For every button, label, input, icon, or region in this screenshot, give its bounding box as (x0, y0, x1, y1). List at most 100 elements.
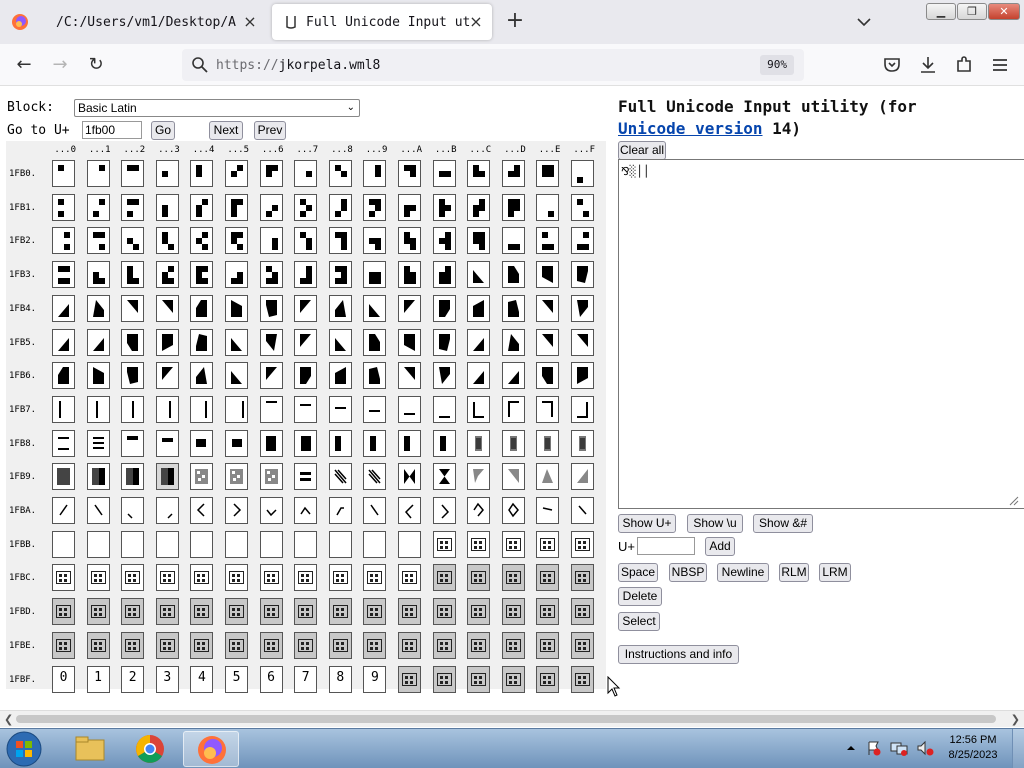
character-cell[interactable] (536, 328, 560, 356)
character-cell[interactable] (501, 328, 525, 356)
character-cell[interactable] (259, 227, 283, 255)
character-cell[interactable] (536, 665, 560, 693)
character-cell[interactable] (328, 564, 352, 592)
download-icon[interactable] (916, 53, 940, 77)
character-cell[interactable] (190, 261, 214, 289)
character-cell[interactable] (536, 193, 560, 221)
character-cell[interactable] (86, 463, 110, 491)
character-cell[interactable] (363, 227, 387, 255)
character-cell[interactable] (294, 261, 318, 289)
character-cell[interactable] (52, 160, 75, 187)
character-cell[interactable] (536, 631, 560, 659)
character-cell[interactable] (328, 261, 352, 289)
character-cell[interactable] (225, 328, 248, 356)
character-cell[interactable]: 0 (52, 665, 75, 693)
character-cell[interactable] (501, 261, 525, 289)
minimize-button[interactable]: ▁ (926, 3, 956, 20)
character-cell[interactable] (259, 193, 283, 221)
character-cell[interactable] (432, 227, 456, 255)
character-cell[interactable] (259, 362, 283, 390)
character-cell[interactable] (121, 160, 145, 187)
show-backslash-u-button[interactable]: Show \u (687, 514, 743, 533)
character-cell[interactable] (571, 328, 594, 356)
character-cell[interactable] (86, 193, 110, 221)
character-cell[interactable] (536, 395, 560, 423)
character-cell[interactable] (86, 227, 110, 255)
character-cell[interactable] (363, 530, 387, 558)
character-cell[interactable] (363, 598, 387, 626)
character-cell[interactable] (52, 530, 75, 558)
character-cell[interactable]: 8 (328, 665, 352, 693)
character-cell[interactable] (571, 362, 594, 390)
character-cell[interactable] (155, 429, 179, 457)
new-tab-button[interactable]: + (504, 10, 526, 32)
forward-arrow-icon[interactable]: → (48, 53, 72, 77)
character-cell[interactable] (294, 395, 318, 423)
character-cell[interactable] (294, 564, 318, 592)
character-cell[interactable] (225, 463, 248, 491)
character-cell[interactable] (571, 429, 594, 457)
character-cell[interactable] (432, 193, 456, 221)
chevron-down-icon[interactable] (854, 12, 874, 32)
character-cell[interactable] (190, 631, 214, 659)
character-cell[interactable] (190, 328, 214, 356)
character-cell[interactable] (225, 227, 248, 255)
character-cell[interactable] (363, 328, 387, 356)
character-cell[interactable] (467, 193, 491, 221)
character-cell[interactable] (571, 160, 594, 187)
character-cell[interactable] (294, 631, 318, 659)
character-cell[interactable] (536, 227, 560, 255)
character-cell[interactable] (52, 497, 75, 524)
character-cell[interactable] (501, 665, 525, 693)
character-cell[interactable] (155, 564, 179, 592)
character-cell[interactable] (432, 463, 456, 491)
delete-button[interactable]: Delete (618, 587, 662, 606)
character-cell[interactable] (190, 362, 214, 390)
character-cell[interactable] (398, 261, 421, 289)
character-cell[interactable] (432, 530, 456, 558)
character-cell[interactable] (121, 227, 145, 255)
character-cell[interactable] (501, 463, 525, 491)
character-cell[interactable] (467, 564, 491, 592)
character-cell[interactable] (432, 328, 456, 356)
clear-all-button[interactable]: Clear all (618, 141, 666, 160)
character-cell[interactable] (86, 530, 110, 558)
character-cell[interactable] (328, 328, 352, 356)
character-cell[interactable] (571, 193, 594, 221)
character-cell[interactable] (328, 294, 352, 322)
character-cell[interactable] (294, 160, 318, 187)
unicode-version-link[interactable]: Unicode version (618, 119, 763, 138)
reload-icon[interactable]: ↻ (84, 53, 108, 77)
character-cell[interactable] (501, 395, 525, 423)
character-cell[interactable] (398, 160, 421, 187)
firefox-taskbar-button[interactable] (183, 731, 239, 767)
character-cell[interactable] (259, 294, 283, 322)
address-bar[interactable]: https://jkorpela.wml8 90% (182, 49, 804, 81)
action-center-flag-icon[interactable] (866, 740, 882, 756)
character-cell[interactable] (225, 294, 248, 322)
character-cell[interactable] (536, 362, 560, 390)
character-cell[interactable] (155, 160, 179, 187)
character-cell[interactable] (363, 463, 387, 491)
volume-muted-icon[interactable] (916, 740, 934, 756)
character-cell[interactable] (259, 631, 283, 659)
character-cell[interactable] (398, 463, 421, 491)
character-cell[interactable] (432, 362, 456, 390)
character-cell[interactable]: 5 (225, 665, 248, 693)
character-cell[interactable] (467, 429, 491, 457)
character-cell[interactable] (225, 362, 248, 390)
character-cell[interactable] (225, 429, 248, 457)
close-tab-icon[interactable]: × (468, 14, 484, 30)
character-cell[interactable] (467, 665, 491, 693)
character-cell[interactable] (363, 362, 387, 390)
character-cell[interactable] (536, 429, 560, 457)
character-cell[interactable] (259, 328, 283, 356)
character-cell[interactable] (155, 497, 179, 524)
nbsp-button[interactable]: NBSP (669, 563, 707, 582)
character-cell[interactable] (52, 463, 75, 491)
character-cell[interactable] (536, 160, 560, 187)
character-cell[interactable] (86, 328, 110, 356)
character-cell[interactable] (155, 530, 179, 558)
character-cell[interactable] (432, 160, 456, 187)
character-cell[interactable] (155, 598, 179, 626)
